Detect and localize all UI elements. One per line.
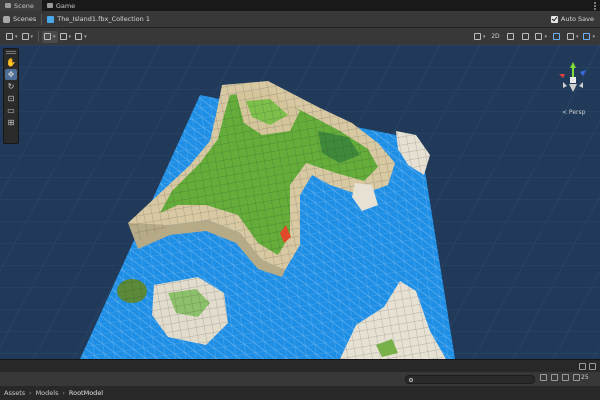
path-models[interactable]: Models [36, 389, 59, 397]
tab-scene-label: Scene [14, 1, 34, 10]
toggle-2d-button[interactable]: 2D [488, 31, 502, 43]
orientation-gizmo[interactable] [555, 60, 591, 106]
autosave-checkbox[interactable] [550, 15, 558, 23]
speaker-icon [521, 33, 529, 40]
audio-toggle[interactable] [518, 31, 532, 43]
autosave-label: Auto Save [560, 15, 594, 23]
camera-icon [473, 33, 481, 40]
grid-snapping-button[interactable]: ▾ [42, 30, 58, 43]
chevron-down-icon: ▾ [592, 33, 595, 40]
visibility-toggle[interactable] [550, 31, 564, 43]
breadcrumb-scenes[interactable]: Scenes [13, 15, 36, 23]
chevron-down-icon: ▾ [544, 33, 547, 40]
filter-by-label-icon[interactable] [551, 374, 558, 381]
rotate-icon: ↻ [7, 82, 15, 91]
prefab-breadcrumb: Scenes The_Island1.fbx_Collection 1 Auto… [0, 11, 600, 28]
chevron-down-icon: ▾ [30, 33, 34, 40]
scene-toolbar: ▾ ▾ ▾ ▾ ▾ ▾ 2D ▾ ▾ ▾ [0, 28, 600, 45]
gizmos-dropdown[interactable]: ▾ [581, 31, 597, 43]
tab-scene[interactable]: Scene [0, 0, 42, 11]
path-assets[interactable]: Assets [4, 389, 25, 397]
render-mode-dropdown[interactable]: ▾ [20, 31, 36, 43]
gamepad-icon [46, 3, 53, 8]
grid-icon [44, 33, 52, 40]
search-icon [409, 377, 413, 382]
chevron-down-icon: ▾ [53, 33, 56, 40]
snap-icon [59, 33, 67, 40]
breadcrumb-divider [41, 13, 43, 25]
transform-icon: ⊞ [7, 118, 15, 127]
breadcrumb-prefab[interactable]: The_Island1.fbx_Collection 1 [57, 15, 150, 23]
scene-render [0, 45, 600, 359]
rotate-tool-button[interactable]: ↻ [5, 81, 17, 92]
chevron-down-icon: ▾ [68, 33, 72, 40]
scene-viewport[interactable] [0, 45, 600, 359]
gizmo-center-cube[interactable] [570, 77, 576, 83]
hand-tool-button[interactable]: ✋ [5, 57, 17, 68]
y-axis-cone-icon[interactable] [570, 62, 576, 68]
render-icon [21, 33, 29, 40]
rect-tool-button[interactable]: ▭ [5, 105, 17, 116]
gizmo-icon [583, 33, 591, 40]
unity-scenes-icon [3, 15, 10, 23]
snap-increment-dropdown[interactable]: ▾ [58, 31, 74, 43]
path-rootmodel[interactable]: RootModel [69, 389, 103, 397]
autosave-toggle[interactable]: Auto Save [550, 15, 594, 23]
layers-icon [566, 33, 574, 40]
scale-icon: ⊡ [7, 94, 15, 103]
chevron-right-icon: › [62, 389, 65, 397]
chevron-down-icon: ▾ [482, 33, 486, 40]
projection-label[interactable]: < Persp [562, 109, 585, 116]
tools-overlay: ✋ ✥ ↻ ⊡ ▭ ⊞ [3, 48, 19, 144]
x-axis-cone-icon[interactable] [559, 74, 565, 78]
lighting-toggle[interactable] [503, 31, 517, 43]
tab-game[interactable]: Game [42, 0, 83, 11]
camera-dropdown[interactable]: ▾ [472, 31, 488, 43]
filter-by-type-icon[interactable] [540, 374, 547, 381]
eye-off-icon [573, 374, 580, 381]
scale-tool-button[interactable]: ⊡ [5, 93, 17, 104]
chevron-down-icon: ▾ [84, 33, 87, 40]
move-arrows-icon: ✥ [7, 70, 15, 79]
shaded-mode-icon [6, 33, 13, 40]
project-path-breadcrumb: Assets › Models › RootModel [0, 386, 600, 400]
toolbar-divider [38, 31, 40, 42]
light-bulb-icon [506, 33, 514, 40]
hidden-packages-count[interactable]: 25 [573, 374, 589, 381]
effects-icon [535, 33, 543, 40]
drag-handle-icon[interactable] [6, 51, 16, 54]
scene-hash-icon [5, 3, 11, 8]
prefab-icon [47, 15, 55, 23]
more-options-icon[interactable] [590, 0, 600, 11]
tab-game-label: Game [55, 1, 76, 10]
window-tab-bar: Scene Game [0, 0, 600, 11]
align-dropdown[interactable]: ▾ [73, 31, 89, 43]
layers-dropdown[interactable]: ▾ [565, 31, 581, 43]
hidden-count-value: 25 [581, 374, 589, 381]
chevron-down-icon: ▾ [15, 33, 18, 40]
rect-icon: ▭ [7, 106, 15, 115]
panel-divider-bar [0, 359, 600, 372]
lock-icon[interactable] [579, 362, 586, 370]
draw-mode-dropdown[interactable]: ▾ [4, 31, 20, 43]
hand-icon: ✋ [6, 58, 16, 67]
search-input[interactable] [405, 375, 535, 384]
eye-icon [553, 33, 561, 40]
transform-tool-button[interactable]: ⊞ [5, 117, 17, 128]
move-tool-button[interactable]: ✥ [5, 69, 17, 80]
favorite-star-icon[interactable] [562, 374, 569, 381]
panel-menu-icon[interactable] [589, 362, 596, 370]
chevron-right-icon: › [29, 389, 32, 397]
effects-dropdown[interactable]: ▾ [533, 31, 549, 43]
chevron-down-icon: ▾ [575, 33, 579, 40]
neg-y-cone-icon[interactable] [569, 84, 577, 92]
align-icon [75, 33, 83, 40]
z-axis-cone-icon[interactable] [580, 70, 586, 76]
project-tools: 25 [540, 374, 589, 381]
